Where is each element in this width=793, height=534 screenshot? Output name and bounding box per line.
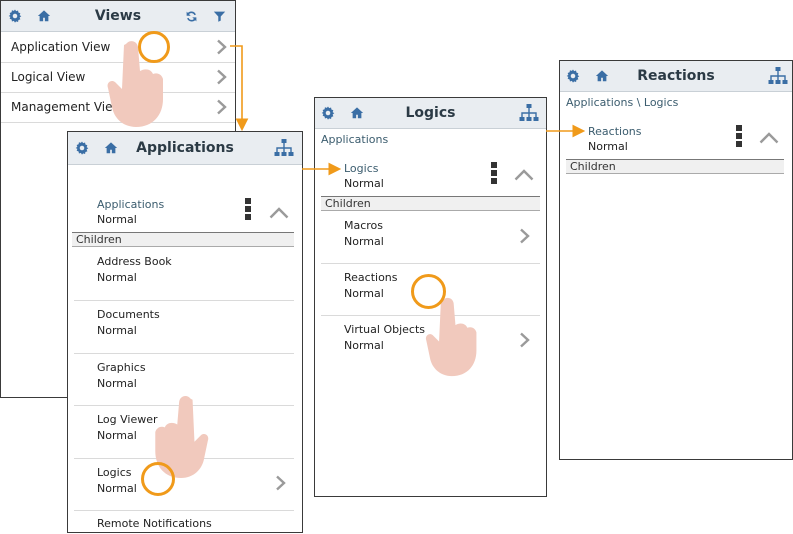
view-item-label: Logical View xyxy=(11,70,86,84)
child-status: Normal xyxy=(97,377,137,390)
current-item-status: Normal xyxy=(97,213,137,226)
hierarchy-icon[interactable] xyxy=(768,66,788,86)
chevron-up-icon[interactable] xyxy=(514,169,534,181)
reactions-panel: Reactions Applications \ Logics Reaction… xyxy=(559,60,793,460)
child-row-address-book[interactable]: Address Book Normal xyxy=(68,248,302,300)
applications-title: Applications xyxy=(136,140,234,156)
child-status: Normal xyxy=(97,271,137,284)
chevron-right-icon xyxy=(516,332,532,348)
child-row-macros[interactable]: Macros Normal xyxy=(315,212,546,263)
tap-indicator xyxy=(138,31,170,63)
current-item-name: Applications xyxy=(97,198,165,211)
current-item-status: Normal xyxy=(344,177,384,190)
child-name: Address Book xyxy=(97,255,172,268)
more-vertical-icon[interactable] xyxy=(245,198,251,222)
child-status: Normal xyxy=(344,339,384,352)
logics-title: Logics xyxy=(405,105,456,121)
child-name: Documents xyxy=(97,308,160,321)
current-item-name: Logics xyxy=(344,162,379,175)
filter-icon[interactable] xyxy=(213,10,226,23)
child-status: Normal xyxy=(344,235,384,248)
child-status: Normal xyxy=(344,287,384,300)
more-vertical-icon[interactable] xyxy=(491,162,497,186)
child-row-remote-notifications[interactable]: Remote Notifications xyxy=(68,511,302,532)
chevron-up-icon[interactable] xyxy=(759,132,779,144)
chevron-right-icon xyxy=(213,99,229,115)
more-vertical-icon[interactable] xyxy=(736,125,742,149)
view-item-label: Application View xyxy=(11,40,111,54)
child-name: Remote Notifications xyxy=(97,517,212,530)
hierarchy-icon[interactable] xyxy=(519,103,539,123)
child-name: Reactions xyxy=(344,271,398,284)
child-status: Normal xyxy=(97,482,137,495)
chevron-up-icon[interactable] xyxy=(269,207,289,219)
tap-indicator xyxy=(411,274,446,309)
breadcrumb[interactable]: Applications \ Logics xyxy=(566,96,678,109)
views-header: Views xyxy=(1,1,235,32)
breadcrumb[interactable]: Applications xyxy=(321,133,388,146)
chevron-right-icon xyxy=(213,69,229,85)
logics-header: Logics xyxy=(315,98,546,129)
refresh-icon[interactable] xyxy=(185,10,198,23)
tap-indicator xyxy=(141,462,175,496)
applications-header: Applications xyxy=(68,132,302,165)
chevron-right-icon xyxy=(213,39,229,55)
hierarchy-icon[interactable] xyxy=(274,138,294,158)
reactions-header: Reactions xyxy=(560,61,792,92)
current-item-status: Normal xyxy=(588,140,628,153)
children-header: Children xyxy=(321,196,540,211)
child-name: Virtual Objects xyxy=(344,323,425,336)
reactions-title: Reactions xyxy=(637,68,715,84)
current-item-name: Reactions xyxy=(588,125,642,138)
children-header: Children xyxy=(72,232,294,247)
chevron-right-icon xyxy=(272,475,288,491)
child-status: Normal xyxy=(97,324,137,337)
children-header: Children xyxy=(566,159,784,174)
chevron-right-icon xyxy=(516,228,532,244)
child-name: Logics xyxy=(97,466,132,479)
child-name: Graphics xyxy=(97,361,146,374)
views-title: Views xyxy=(94,8,142,24)
child-name: Macros xyxy=(344,219,384,232)
child-name: Log Viewer xyxy=(97,413,158,426)
child-status: Normal xyxy=(97,429,137,442)
child-row-documents[interactable]: Documents Normal xyxy=(68,301,302,353)
